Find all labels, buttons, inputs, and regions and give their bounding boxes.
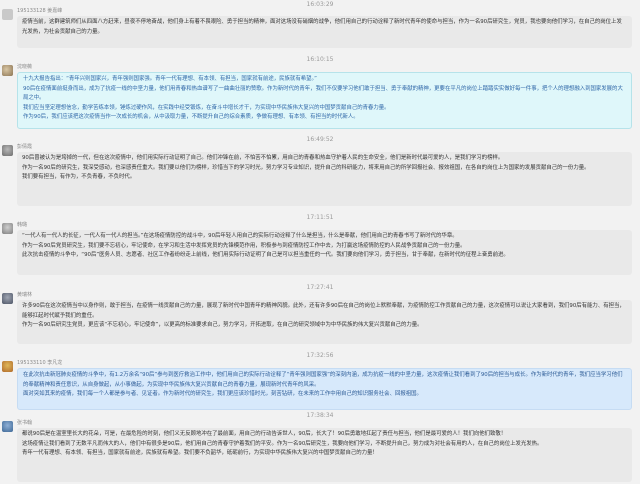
avatar[interactable] (2, 65, 13, 76)
message-paragraph: 都说90后是在温室里长大的花朵，可是，在最危险的时刻，他们义无反顾地冲在了最前面… (22, 431, 507, 437)
message-bubble[interactable]: 都说90后是在温室里长大的花朵，可是，在最危险的时刻，他们义无反顾地冲在了最前面… (17, 428, 632, 482)
sender-name: 韩璐 (17, 222, 28, 228)
timestamp: 16:03:29 (306, 1, 334, 8)
timestamp: 17:32:56 (306, 352, 334, 359)
avatar[interactable] (2, 293, 13, 304)
avatar[interactable] (2, 421, 13, 432)
timestamp: 16:49:52 (306, 136, 334, 143)
message-paragraph: 我们应当坚定理想信念，勤学苦练本领，锤炼过硬作风，在实践中经受锻炼，在奋斗中增长… (23, 104, 390, 111)
sender-name: 张书翰 (17, 420, 33, 426)
avatar[interactable] (2, 361, 13, 372)
sender-name: 195133128 姜嘉峰 (17, 8, 63, 14)
sender-name: 黄瑞林 (17, 292, 33, 298)
message-paragraph: 面对突如其来的疫情，我们每一个人都是参与者、见证者。作为新时代的研究生，我们更应… (23, 391, 422, 398)
avatar[interactable] (2, 145, 13, 156)
message-paragraph: 我们要有担当，有作为，不负青春，不负时代。 (22, 174, 136, 181)
message-paragraph: “一代人有一代人的长征，一代人有一代人的担当。”在这场疫情防控的战斗中，90后年… (22, 233, 458, 239)
message-paragraph: 此次抗击疫情的斗争中，“90后”医务人员、志愿者、社区工作者纷纷走上前线，他们用… (22, 252, 509, 259)
message-paragraph: 在此次抗击新冠肺炎疫情的斗争中，有1.2万余名“90后”参与到医疗救治工作中，他… (23, 372, 623, 388)
message-paragraph: 作为一名90后党员研究生，我们要不忘初心，牢记使命，在学习和生活中发挥党员的先锋… (22, 242, 466, 249)
message-paragraph: 许多90后在这次疫情当中以身作则，敢于担当，在疫情一线贡献自己的力量，展现了新时… (22, 303, 625, 319)
sender-name: 彭倩霞 (17, 144, 33, 150)
sender-name: 195133110 李凡龙 (17, 360, 63, 366)
message-paragraph: 十九大报告指出：“青年兴则国家兴，青年强则国家强。青年一代有理想、有本领、有担当… (23, 76, 317, 82)
sender-name: 沈晓薇 (17, 64, 33, 70)
message-paragraph: 90后在疫情面前挺身而出，成为了抗疫一线的中坚力量，他们用青春和热血谱写了一曲曲… (23, 85, 623, 102)
message-bubble[interactable]: 90后曾被认为是垮掉的一代，但在这次疫情中，他们用实际行动证明了自己。他们冲锋在… (17, 152, 632, 206)
message-paragraph: 青年一代有理想、有本领、有担当，国家就有前途，民族就有希望。我们要不负韶华，砥砺… (22, 450, 378, 457)
message-bubble[interactable]: 十九大报告指出：“青年兴则国家兴，青年强则国家强。青年一代有理想、有本领、有担当… (17, 72, 632, 129)
message-paragraph: 作为一名90后的研究生，我深受感动，也深感责任重大。我们要以他们为榜样，珍惜当下… (22, 164, 590, 171)
timestamp: 17:11:51 (306, 214, 334, 221)
message-bubble[interactable]: 许多90后在这次疫情当中以身作则，敢于担当，在疫情一线贡献自己的力量，展现了新时… (17, 300, 632, 344)
avatar[interactable] (2, 9, 13, 20)
message-paragraph: 疫情当前，这群建筑师们从四面八方赶来，昼夜不停地奋战，他们身上有着不畏艰险、勇于… (22, 19, 622, 35)
avatar[interactable] (2, 223, 13, 234)
message-paragraph: 90后曾被认为是垮掉的一代，但在这次疫情中，他们用实际行动证明了自己。他们冲锋在… (22, 155, 504, 161)
timestamp: 17:27:41 (306, 284, 334, 291)
message-paragraph: 作为90后，我们应该把这次疫情当作一次成长的机会，从中汲取力量，不断提升自己的综… (23, 114, 359, 121)
message-paragraph: 作为一名90后研究生党员，更应该“不忘初心，牢记使命”，以更高的标准要求自己，努… (22, 322, 423, 329)
message-paragraph: 这场疫情让我们看到了无数平凡而伟大的人，他们中有很多是90后，他们用自己的青春守… (22, 440, 543, 447)
timestamp: 17:38:34 (306, 412, 334, 419)
message-bubble[interactable]: 疫情当前，这群建筑师们从四面八方赶来，昼夜不停地奋战，他们身上有着不畏艰险、勇于… (17, 16, 632, 48)
message-bubble[interactable]: “一代人有一代人的长征，一代人有一代人的担当。”在这场疫情防控的战斗中，90后年… (17, 230, 632, 275)
timestamp: 16:10:15 (306, 56, 334, 63)
message-bubble[interactable]: 在此次抗击新冠肺炎疫情的斗争中，有1.2万余名“90后”参与到医疗救治工作中，他… (17, 368, 632, 410)
